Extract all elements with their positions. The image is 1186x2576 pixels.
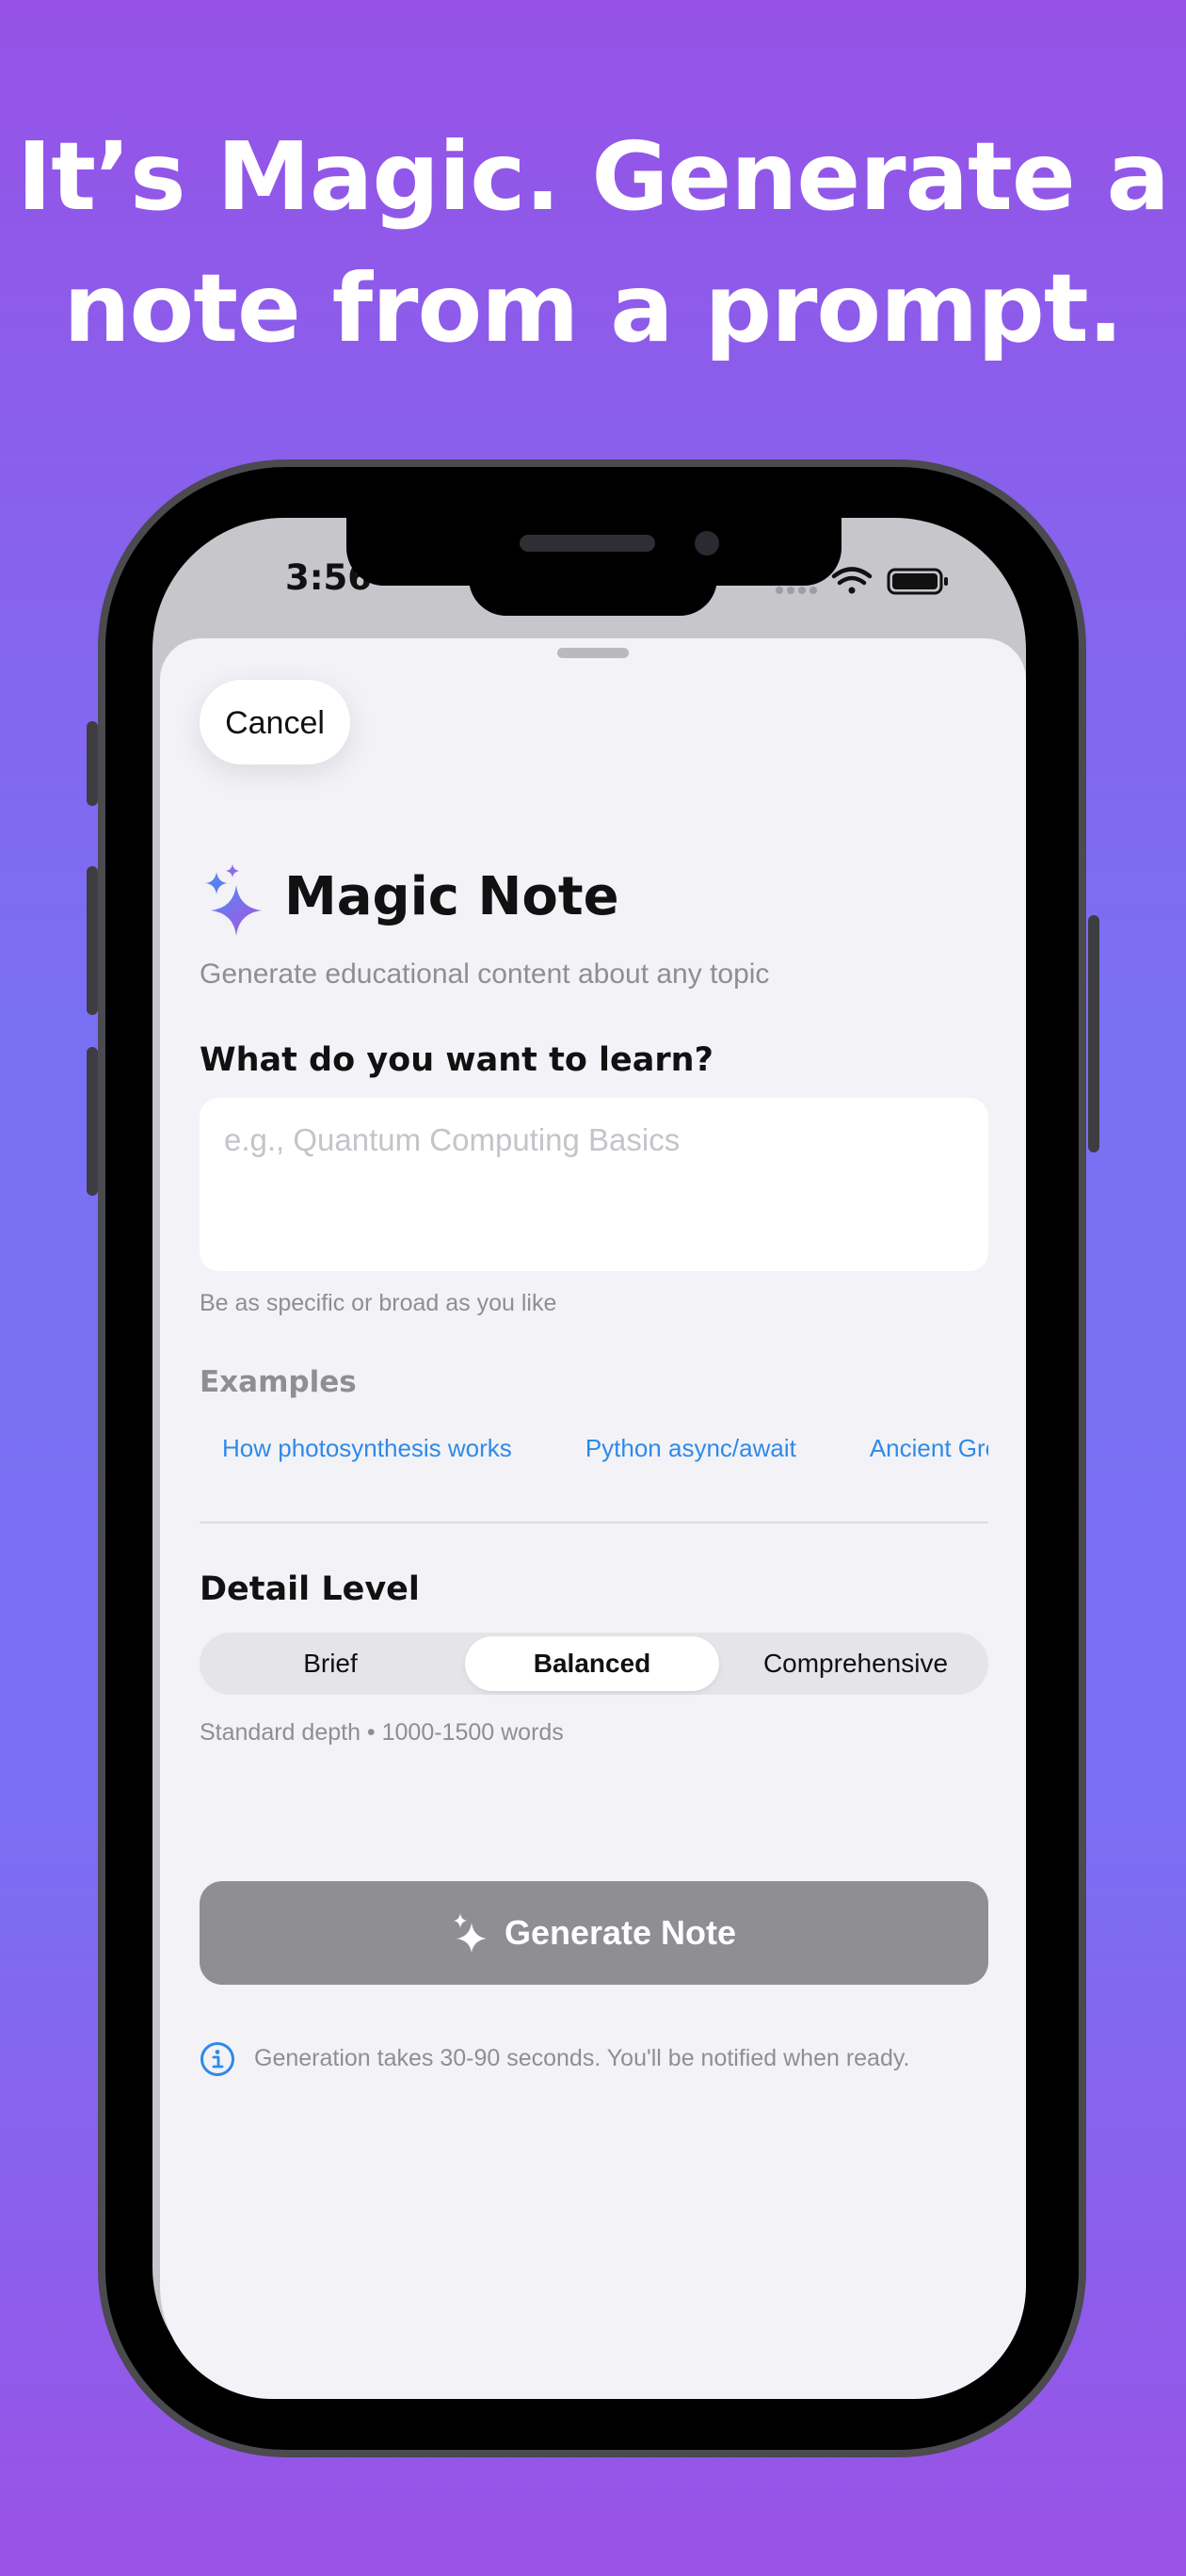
detail-level-segmented-control: Brief Balanced Comprehensive (200, 1633, 988, 1695)
headline-line-1: It’s Magic. Generate a (17, 121, 1170, 232)
generate-note-button[interactable]: Generate Note (200, 1881, 988, 1985)
promo-headline: It’s Magic. Generate a note from a promp… (0, 111, 1186, 375)
segment-brief[interactable]: Brief (203, 1636, 457, 1691)
phone-volume-down (87, 1047, 98, 1196)
example-chip-python-async[interactable]: Python async/await (563, 1424, 819, 1473)
phone-power-button (1088, 915, 1099, 1152)
topic-hint: Be as specific or broad as you like (200, 1290, 557, 1316)
battery-icon (887, 568, 948, 595)
wifi-icon (831, 567, 873, 594)
detail-level-description: Standard depth • 1000-1500 words (200, 1719, 564, 1746)
segment-balanced[interactable]: Balanced (465, 1636, 719, 1691)
example-chip-photosynthesis[interactable]: How photosynthesis works (200, 1424, 535, 1473)
headline-line-2: note from a prompt. (63, 253, 1123, 363)
phone-mute-switch (87, 721, 98, 806)
examples-scroller[interactable]: How photosynthesis works Python async/awa… (200, 1424, 988, 1473)
generate-note-label: Generate Note (504, 1913, 737, 1952)
section-divider (200, 1521, 988, 1523)
phone-volume-up (87, 866, 98, 1015)
examples-label: Examples (200, 1365, 357, 1399)
example-chip-ancient-greece[interactable]: Ancient Gre (847, 1424, 988, 1473)
page-subtitle: Generate educational content about any t… (200, 958, 770, 990)
sparkles-icon (205, 864, 262, 936)
phone-notch-lower (469, 565, 717, 616)
signal-icon (776, 587, 817, 594)
topic-question-label: What do you want to learn? (200, 1041, 713, 1079)
segment-comprehensive[interactable]: Comprehensive (727, 1636, 985, 1691)
info-icon (200, 2042, 234, 2076)
topic-input[interactable] (200, 1098, 988, 1271)
detail-level-label: Detail Level (200, 1570, 420, 1608)
generation-info-text: Generation takes 30-90 seconds. You'll b… (254, 2045, 910, 2071)
page-title: Magic Note (284, 866, 619, 927)
cancel-button[interactable]: Cancel (200, 680, 350, 765)
sheet-grabber[interactable] (557, 648, 629, 658)
phone-speaker (520, 535, 655, 552)
sparkles-icon (453, 1913, 487, 1954)
phone-camera (695, 531, 719, 555)
